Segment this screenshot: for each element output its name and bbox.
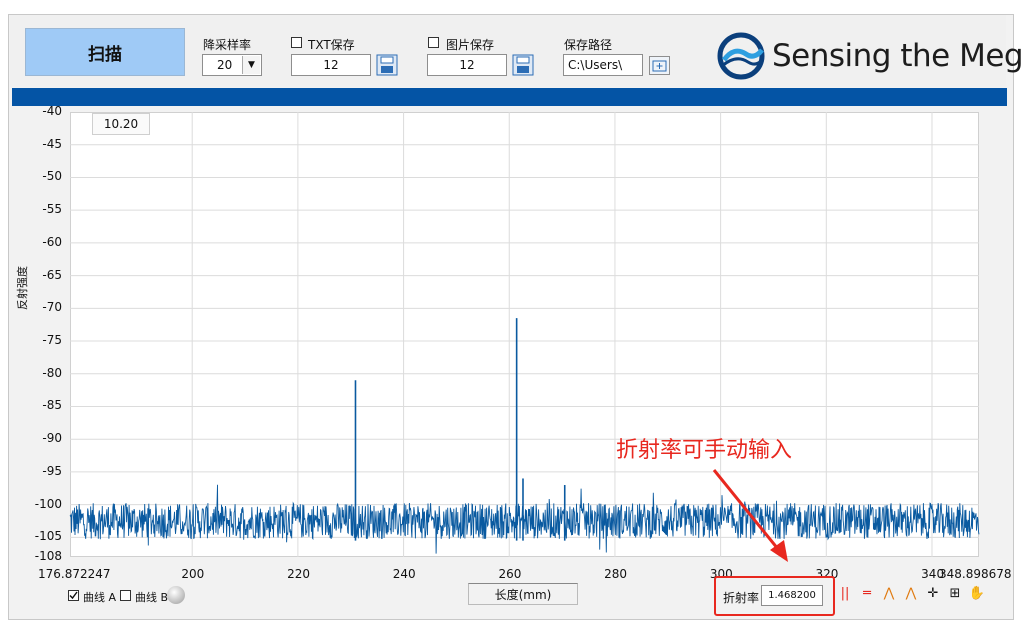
y-tick-label: -65 <box>42 267 62 282</box>
x-tick-label: 260 <box>498 567 522 581</box>
txt-save-checkbox[interactable] <box>291 37 302 48</box>
y-tick-label: -40 <box>42 104 62 118</box>
annotation-highlight-box <box>714 576 835 616</box>
cursor-vertical-icon[interactable]: || <box>836 585 854 603</box>
x-tick-label: 176.872247 <box>38 567 111 581</box>
txt-save-disk-icon[interactable] <box>376 54 398 76</box>
pan-hand-icon[interactable]: ✋ <box>968 585 986 603</box>
plot-legend-icon[interactable] <box>167 586 185 604</box>
y-tick-label: -55 <box>42 202 62 217</box>
cursor-horizontal-icon[interactable]: ═ <box>858 585 876 603</box>
img-count-input[interactable]: 12 <box>427 54 507 76</box>
x-tick-label: 220 <box>287 567 310 581</box>
x-tick-label: 280 <box>604 567 628 581</box>
chevron-down-icon[interactable]: ▼ <box>242 56 260 74</box>
img-save-label: 图片保存 <box>446 38 495 52</box>
cursor-value-box[interactable]: 10.20 <box>92 113 150 135</box>
curve-a-label: 曲线 A <box>83 591 117 604</box>
peak-marker-alt-icon[interactable]: ⋀ <box>902 585 920 603</box>
y-tick-label: -90 <box>42 431 62 446</box>
y-tick-label: -95 <box>42 463 62 478</box>
y-tick-label: -70 <box>42 300 62 315</box>
annotation-arrow-icon <box>712 469 788 562</box>
plot-area[interactable] <box>70 112 979 557</box>
y-tick-label: -108 <box>34 549 62 563</box>
y-tick-label: -75 <box>42 333 62 348</box>
save-path-input[interactable]: C:\Users\ <box>563 54 643 76</box>
img-save-checkbox[interactable] <box>428 37 439 48</box>
zoom-icon[interactable]: ⊞ <box>946 585 964 603</box>
y-tick-label: -45 <box>42 136 62 151</box>
x-tick-label: 348.898678 <box>939 567 1012 581</box>
y-tick-label: -100 <box>34 496 62 511</box>
txt-save-label: TXT保存 <box>308 38 355 52</box>
crosshair-icon[interactable]: ✛ <box>924 585 942 603</box>
y-tick-label: -85 <box>42 398 62 413</box>
curve-a-checkbox[interactable] <box>68 590 79 601</box>
y-tick-label: -60 <box>42 234 62 249</box>
downsample-label: 降采样率 <box>203 38 252 52</box>
downsample-select[interactable]: 20 ▼ <box>202 54 262 76</box>
curve-b-label: 曲线 B <box>135 591 169 604</box>
y-tick-label: -50 <box>42 169 62 184</box>
save-path-label: 保存路径 <box>564 38 613 52</box>
downsample-value: 20 <box>217 58 233 72</box>
y-tick-label: -80 <box>42 365 62 380</box>
x-tick-label: 240 <box>392 567 416 581</box>
browse-folder-icon[interactable] <box>649 56 670 75</box>
txt-count-input[interactable]: 12 <box>291 54 371 76</box>
annotation-text: 折射率可手动输入 <box>616 438 793 463</box>
logo-text: Sensing the Mega <box>772 38 1024 74</box>
x-axis-label: 长度(mm) <box>468 583 578 605</box>
logo-mark-icon <box>716 32 766 80</box>
y-tick-label: -105 <box>34 529 62 544</box>
scan-button[interactable]: 扫描 <box>25 28 185 76</box>
peak-marker-icon[interactable]: ⋀ <box>880 585 898 603</box>
x-tick-label: 200 <box>181 567 205 581</box>
img-save-disk-icon[interactable] <box>512 54 534 76</box>
graph-tool-palette: || ═ ⋀ ⋀ ✛ ⊞ ✋ <box>836 585 986 603</box>
curve-b-checkbox[interactable] <box>120 590 131 601</box>
header-divider-bar <box>12 88 1007 106</box>
